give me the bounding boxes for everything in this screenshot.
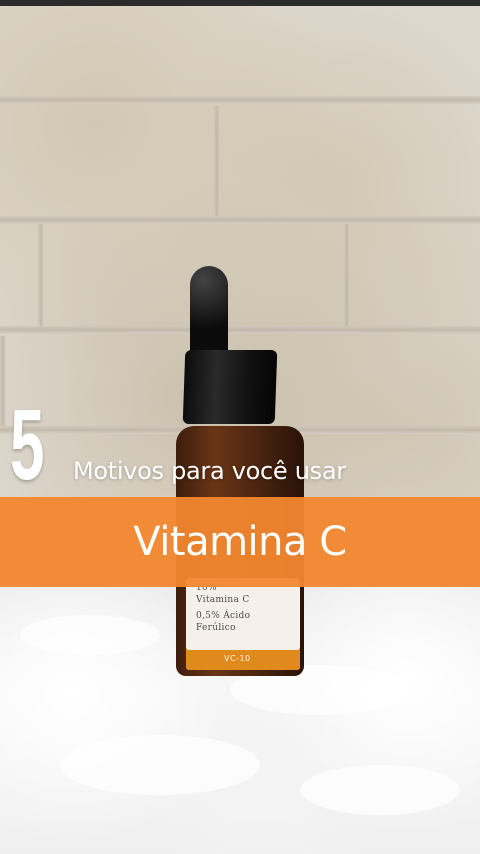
subtitle-text: Motivos para você usar	[73, 457, 346, 485]
label-line-3: 0,5% Ácido	[196, 611, 251, 621]
big-number: 5	[10, 389, 45, 501]
label-line-2: Vitamina C	[196, 595, 250, 605]
dropper-bulb	[190, 266, 228, 358]
status-bar	[0, 0, 480, 6]
dropper-cap	[182, 350, 278, 424]
label-line-4: Ferúlico	[196, 623, 236, 633]
label-code: VC-10	[224, 654, 251, 663]
band-title: Vitamina C	[133, 519, 347, 565]
video-frame: 10% Vitamina C 0,5% Ácido Ferúlico VC-10…	[0, 0, 480, 854]
